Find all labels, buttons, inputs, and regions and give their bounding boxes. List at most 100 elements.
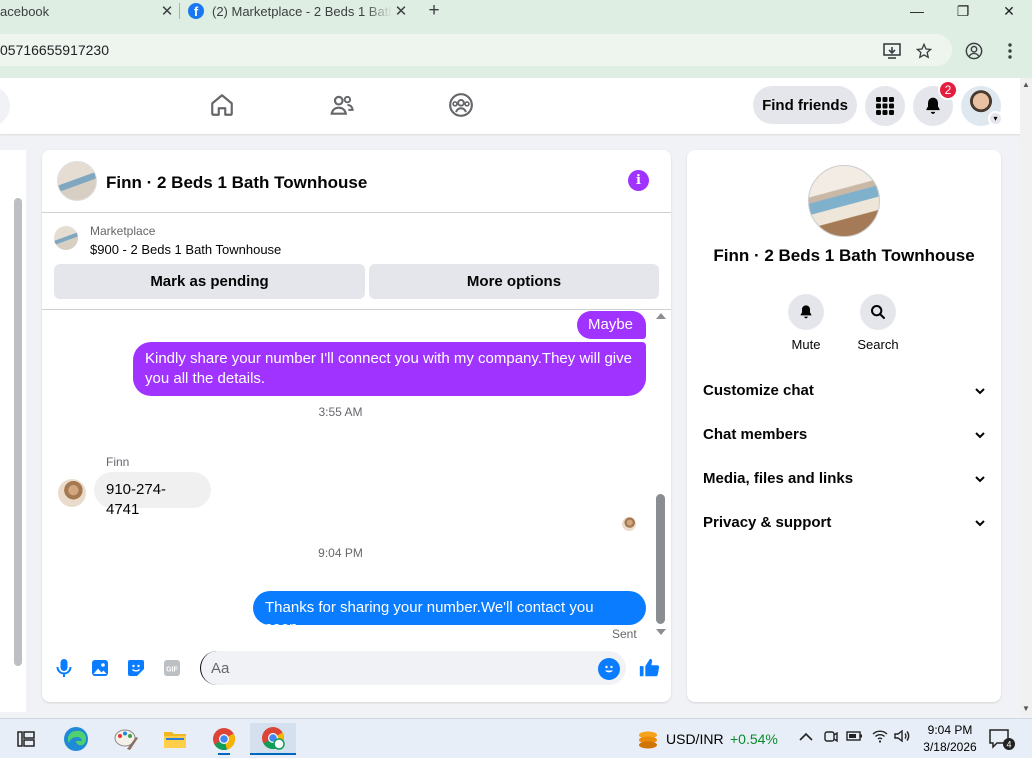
conversation-title[interactable]: Finn · 2 Beds 1 Bath Townhouse [106, 173, 367, 193]
minimize-button[interactable]: — [894, 0, 940, 22]
chevron-down-icon [975, 514, 985, 531]
tab-separator [179, 3, 180, 19]
restore-button[interactable]: ❐ [940, 0, 986, 22]
sticker-icon[interactable] [124, 656, 148, 680]
thumbs-up-icon[interactable] [637, 656, 661, 680]
search-in-conversation-button[interactable]: Search [848, 294, 908, 352]
chevron-down-icon [975, 382, 985, 399]
battery-icon[interactable] [846, 729, 864, 746]
microphone-icon[interactable] [52, 656, 76, 680]
message-composer: GIF Aa [42, 646, 671, 698]
chat-members-section[interactable]: Chat members [703, 414, 985, 454]
page-scrollbar[interactable]: ▲ ▼ [1020, 78, 1032, 718]
scroll-down-arrow-icon[interactable]: ▼ [1022, 704, 1030, 713]
find-friends-button[interactable]: Find friends [753, 86, 857, 124]
listing-thumbnail[interactable] [54, 226, 78, 250]
info-icon[interactable]: i [628, 170, 649, 191]
url-input[interactable]: 05716655917230 [0, 34, 952, 66]
listing-title[interactable]: $900 - 2 Beds 1 Bath Townhouse [90, 242, 281, 257]
volume-icon[interactable] [894, 729, 912, 746]
sender-avatar[interactable] [58, 479, 86, 507]
edge-browser-icon[interactable] [56, 723, 96, 755]
incoming-message[interactable]: 910-274-4741 [94, 472, 211, 518]
tab-close-icon[interactable]: ✕ [158, 2, 176, 20]
conversation-info-panel: Finn · 2 Beds 1 Bath Townhouse Mute Sear… [687, 150, 1001, 702]
message-list[interactable]: Maybe Kindly share your number I'll conn… [42, 311, 671, 642]
currency-widget-icon[interactable] [628, 723, 668, 755]
message-list-scrollbar[interactable] [654, 311, 668, 642]
menu-grid-icon[interactable] [865, 86, 905, 126]
conversation-header: Finn · 2 Beds 1 Bath Townhouse i [42, 150, 671, 213]
notification-center-icon[interactable]: 4 [988, 727, 1016, 754]
section-label: Media, files and links [703, 469, 854, 487]
emoji-icon[interactable] [598, 658, 620, 680]
conversation-panel: Finn · 2 Beds 1 Bath Townhouse i Marketp… [42, 150, 671, 702]
chrome-profile-active-icon[interactable] [250, 723, 296, 755]
search-icon [860, 294, 896, 330]
wifi-icon[interactable] [872, 729, 888, 746]
customize-chat-section[interactable]: Customize chat [703, 370, 985, 410]
clock-date: 3/18/2026 [923, 740, 977, 754]
conversation-avatar[interactable] [57, 161, 97, 201]
address-bar-area: 05716655917230 [0, 22, 1032, 78]
home-icon[interactable] [207, 90, 237, 120]
outgoing-message[interactable]: Maybe [577, 311, 646, 339]
outgoing-message[interactable]: Thanks for sharing your number.We'll con… [253, 591, 646, 636]
privacy-support-section[interactable]: Privacy & support [703, 502, 985, 542]
scrollbar-thumb[interactable] [656, 494, 665, 624]
bookmark-star-icon[interactable] [913, 40, 935, 62]
install-app-icon[interactable] [881, 40, 903, 62]
running-indicator [218, 753, 230, 755]
tab-marketplace[interactable]: f (2) Marketplace - 2 Beds 1 Bath ✕ [188, 0, 410, 22]
bell-icon [788, 294, 824, 330]
message-timestamp: 3:55 AM [318, 405, 363, 419]
browser-tab-bar: acebook ✕ f (2) Marketplace - 2 Beds 1 B… [0, 0, 1032, 22]
close-window-button[interactable]: ✕ [986, 0, 1032, 22]
account-chevron-down-icon[interactable]: ▾ [988, 111, 1003, 126]
gif-icon[interactable]: GIF [160, 656, 184, 680]
currency-ticker-label[interactable]: USD/INR [666, 731, 724, 747]
marketplace-label: Marketplace [90, 224, 156, 238]
new-tab-button[interactable]: + [424, 0, 444, 22]
profile-icon[interactable] [963, 40, 985, 62]
section-label: Privacy & support [703, 513, 832, 531]
mark-as-pending-button[interactable]: Mark as pending [54, 264, 365, 299]
chat-list-scrollbar[interactable] [14, 198, 22, 666]
file-explorer-icon[interactable] [155, 723, 195, 755]
windows-taskbar: USD/INR +0.54% 9:04 PM 3/18/2026 4 [0, 718, 1032, 758]
conversation-large-avatar[interactable] [808, 165, 880, 237]
facebook-search-input[interactable] [0, 86, 10, 126]
svg-text:GIF: GIF [166, 667, 178, 674]
section-label: Customize chat [703, 381, 814, 399]
tab-close-icon[interactable]: ✕ [392, 2, 410, 20]
scroll-up-arrow-icon[interactable]: ▲ [1022, 80, 1030, 89]
chrome-browser-icon[interactable] [204, 723, 244, 755]
browser-menu-icon[interactable] [999, 40, 1021, 62]
photo-icon[interactable] [88, 656, 112, 680]
tab-title: acebook [0, 3, 50, 19]
chat-list-panel [0, 150, 26, 712]
clock-time: 9:04 PM [927, 723, 973, 737]
outgoing-message[interactable]: Kindly share your number I'll connect yo… [133, 342, 646, 396]
seen-receipt-avatar [622, 517, 636, 531]
message-input[interactable]: Aa [200, 651, 626, 685]
system-clock[interactable]: 9:04 PM 3/18/2026 [918, 722, 982, 756]
meet-now-icon[interactable] [824, 729, 838, 748]
scroll-down-arrow-icon[interactable] [656, 629, 666, 635]
message-input-placeholder: Aa [211, 659, 230, 677]
chevron-down-icon [975, 470, 985, 487]
info-panel-title: Finn · 2 Beds 1 Bath Townhouse [713, 246, 975, 265]
show-hidden-icons-chevron-up-icon[interactable] [799, 729, 813, 745]
scroll-up-arrow-icon[interactable] [656, 313, 666, 319]
media-files-links-section[interactable]: Media, files and links [703, 458, 985, 498]
task-view-icon[interactable] [6, 723, 46, 755]
paint-app-icon[interactable] [106, 723, 146, 755]
more-options-button[interactable]: More options [369, 264, 659, 299]
notification-count-badge: 2 [938, 80, 958, 100]
groups-icon[interactable] [446, 90, 476, 120]
mute-button[interactable]: Mute [776, 294, 836, 352]
currency-change: +0.54% [730, 731, 778, 747]
facebook-favicon-icon: f [188, 3, 204, 19]
tab-facebook[interactable]: acebook ✕ [0, 0, 176, 22]
friends-icon[interactable] [327, 90, 357, 120]
